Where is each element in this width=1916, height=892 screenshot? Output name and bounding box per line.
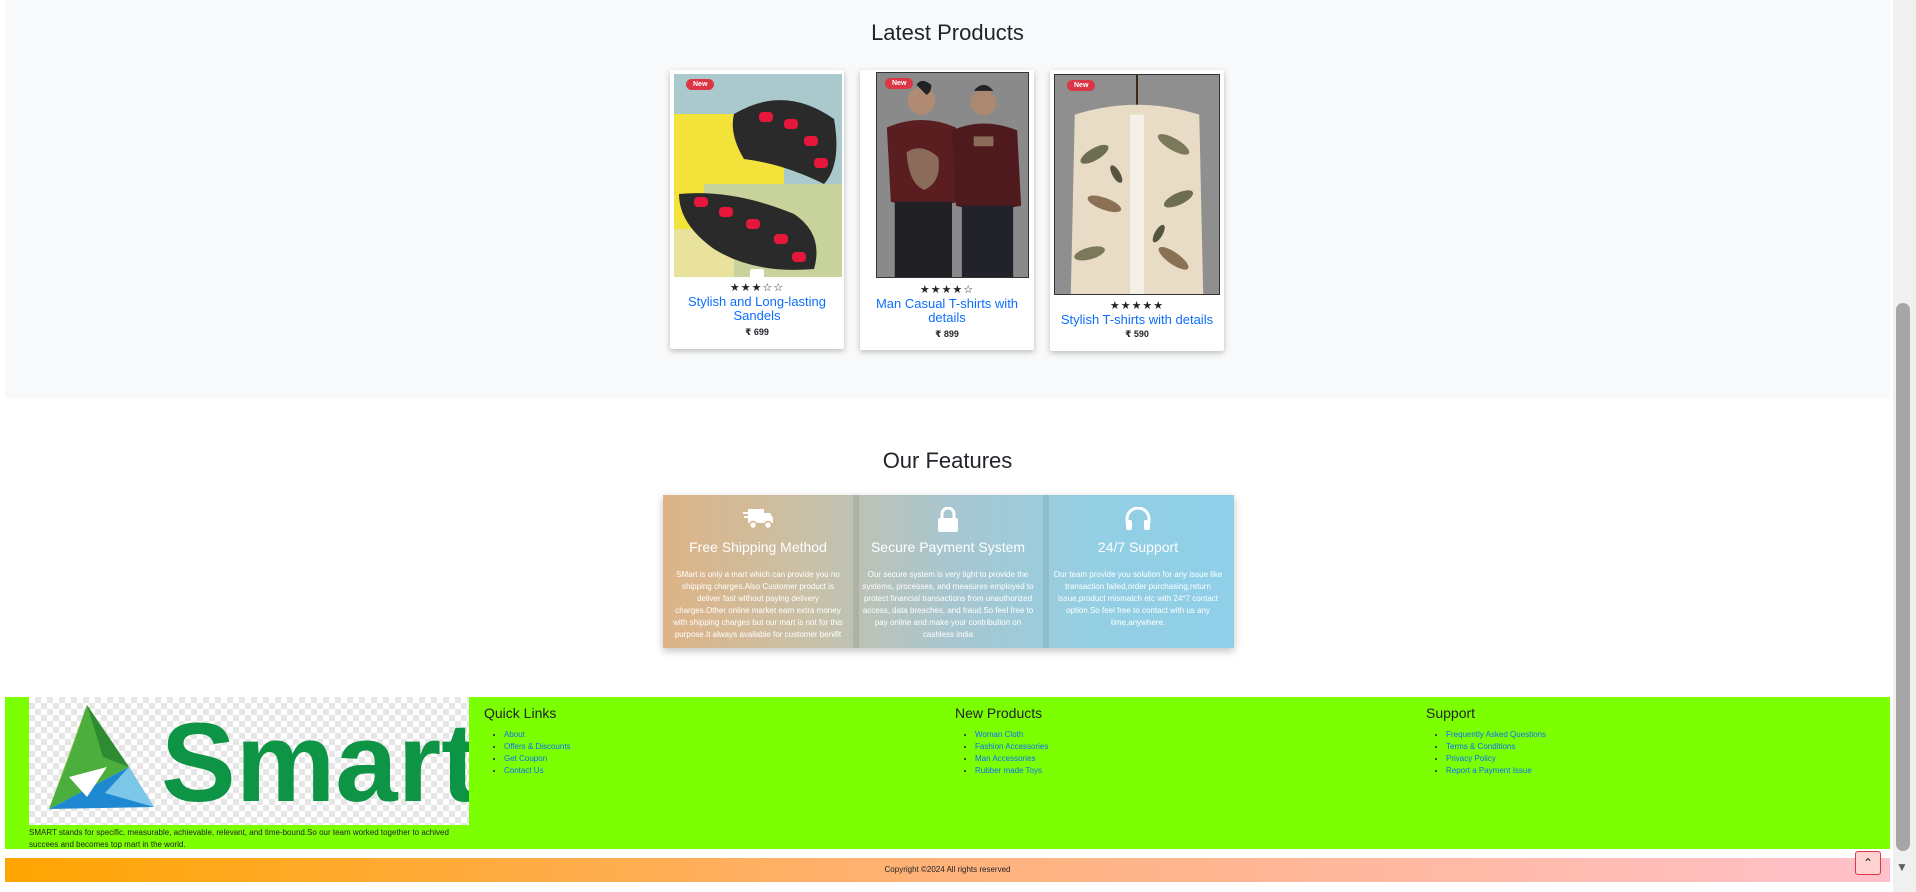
product-image[interactable]: New: [876, 72, 1029, 278]
support-heading: Support: [1426, 705, 1476, 721]
new-badge: New: [686, 79, 715, 90]
product-price: ₹ 899: [935, 329, 959, 339]
feature-text: Our team provide you solution for any is…: [1053, 570, 1223, 627]
scroll-down-arrow-icon[interactable]: ▼: [1894, 859, 1910, 875]
feature-title: Secure Payment System: [870, 539, 1026, 555]
product-price: ₹ 590: [1125, 329, 1149, 339]
rating-stars: ★★★☆☆: [729, 282, 785, 294]
logo-text: Smart: [161, 700, 469, 825]
latest-products-section: Latest Products New ★★★☆☆ Stylish and Lo…: [5, 0, 1890, 398]
product-card[interactable]: New ★★★☆☆ Stylish and Long-lasting Sande…: [670, 70, 844, 349]
link-rubber-toys[interactable]: Rubber made Toys: [975, 766, 1042, 775]
quick-links-column: Quick Links About Offers & Discounts Get…: [484, 705, 571, 777]
feature-title: 24/7 Support: [1097, 539, 1179, 555]
list-item: Man Accessories: [975, 753, 1048, 765]
list-item: Privacy Policy: [1446, 753, 1546, 765]
link-fashion-accessories[interactable]: Fashion Accessories: [975, 742, 1048, 751]
list-item: Woman Cloth: [975, 729, 1048, 741]
back-to-top-button[interactable]: ⌃: [1855, 851, 1881, 875]
link-faq[interactable]: Frequently Asked Questions: [1446, 730, 1546, 739]
link-coupon[interactable]: Get Coupon: [504, 754, 547, 763]
link-terms[interactable]: Terms & Conditions: [1446, 742, 1515, 751]
list-item: Rubber made Toys: [975, 765, 1048, 777]
smart-logo-icon: Smart: [49, 700, 469, 825]
product-title[interactable]: Man Casual T-shirts with details: [870, 297, 1024, 325]
feature-text: Our secure system is very tight to provi…: [862, 570, 1034, 639]
product-card[interactable]: New ★★★★★ Stylish T-shirts with details …: [1050, 70, 1224, 351]
product-card[interactable]: New ★★★★☆ Man Casual T-shirts with detai…: [860, 70, 1034, 350]
new-badge: New: [1067, 80, 1096, 91]
feature-secure-payment: Secure Payment System Our secure system …: [853, 495, 1043, 648]
rating-stars: ★★★★★: [1109, 300, 1165, 312]
copyright-bar: Copyright ©2024 All rights reserved: [5, 858, 1890, 882]
link-about[interactable]: About: [504, 730, 525, 739]
new-products-list: Woman Cloth Fashion Accessories Man Acce…: [955, 729, 1048, 777]
product-title-line[interactable]: Stylish and Long-lasting: [680, 295, 834, 309]
rating-stars: ★★★★☆: [919, 284, 975, 296]
chevron-up-icon: ⌃: [1862, 856, 1874, 870]
product-image[interactable]: New: [1054, 74, 1220, 295]
image-indicator: [750, 269, 764, 277]
product-image[interactable]: New: [674, 74, 842, 277]
quick-links-heading: Quick Links: [484, 705, 557, 721]
tshirt-man-image: [877, 73, 1028, 277]
new-badge: New: [885, 78, 914, 89]
list-item: About: [504, 729, 571, 741]
footer: Smart SMART stands for specific, measura…: [5, 697, 1890, 849]
link-contact[interactable]: Contact Us: [504, 766, 544, 775]
printed-shirt-image: [1055, 75, 1219, 294]
smart-logo[interactable]: Smart: [29, 697, 469, 825]
link-payment-issue[interactable]: Report a Payment Issue: [1446, 766, 1532, 775]
support-list: Frequently Asked Questions Terms & Condi…: [1426, 729, 1546, 777]
product-title-line[interactable]: Stylish T-shirts with details: [1060, 313, 1214, 327]
link-man-accessories[interactable]: Man Accessories: [975, 754, 1035, 763]
product-title[interactable]: Stylish and Long-lasting Sandels: [680, 295, 834, 323]
new-products-column: New Products Woman Cloth Fashion Accesso…: [955, 705, 1048, 777]
support-column: Support Frequently Asked Questions Terms…: [1426, 705, 1546, 777]
quick-links-list: About Offers & Discounts Get Coupon Cont…: [484, 729, 571, 777]
list-item: Frequently Asked Questions: [1446, 729, 1546, 741]
latest-products-heading: Latest Products: [871, 20, 1024, 45]
feature-support: 24/7 Support Our team provide you soluti…: [1043, 495, 1233, 648]
new-products-heading: New Products: [955, 705, 1043, 721]
features-panel: Free Shipping Method SMart is only a mar…: [663, 495, 1234, 648]
list-item: Get Coupon: [504, 753, 571, 765]
product-price: ₹ 699: [745, 327, 769, 337]
product-title-line[interactable]: details: [870, 311, 1024, 325]
product-title-line[interactable]: Man Casual T-shirts with: [870, 297, 1024, 311]
list-item: Fashion Accessories: [975, 741, 1048, 753]
headset-icon: [1043, 507, 1233, 531]
list-item: Terms & Conditions: [1446, 741, 1546, 753]
features-heading: Our Features: [882, 448, 1013, 473]
feature-title: Free Shipping Method: [689, 539, 827, 555]
product-title-line[interactable]: Sandels: [680, 309, 834, 323]
lock-icon: [853, 507, 1043, 532]
feature-free-shipping: Free Shipping Method SMart is only a mar…: [663, 495, 853, 648]
list-item: Offers & Discounts: [504, 741, 571, 753]
link-privacy[interactable]: Privacy Policy: [1446, 754, 1496, 763]
page: Latest Products New ★★★☆☆ Stylish and Lo…: [0, 0, 1916, 892]
footer-description: SMART stands for specific, measurable, a…: [29, 828, 449, 849]
link-offers[interactable]: Offers & Discounts: [504, 742, 571, 751]
truck-icon: [663, 507, 853, 531]
feature-text: SMart is only a mart which can provide y…: [673, 570, 843, 639]
scrollbar-thumb[interactable]: [1896, 303, 1910, 851]
sandals-image: [674, 74, 842, 277]
list-item: Report a Payment Issue: [1446, 765, 1546, 777]
product-title[interactable]: Stylish T-shirts with details: [1060, 313, 1214, 327]
list-item: Contact Us: [504, 765, 571, 777]
link-woman-cloth[interactable]: Woman Cloth: [975, 730, 1023, 739]
copyright-text: Copyright ©2024 All rights reserved: [884, 865, 1011, 874]
